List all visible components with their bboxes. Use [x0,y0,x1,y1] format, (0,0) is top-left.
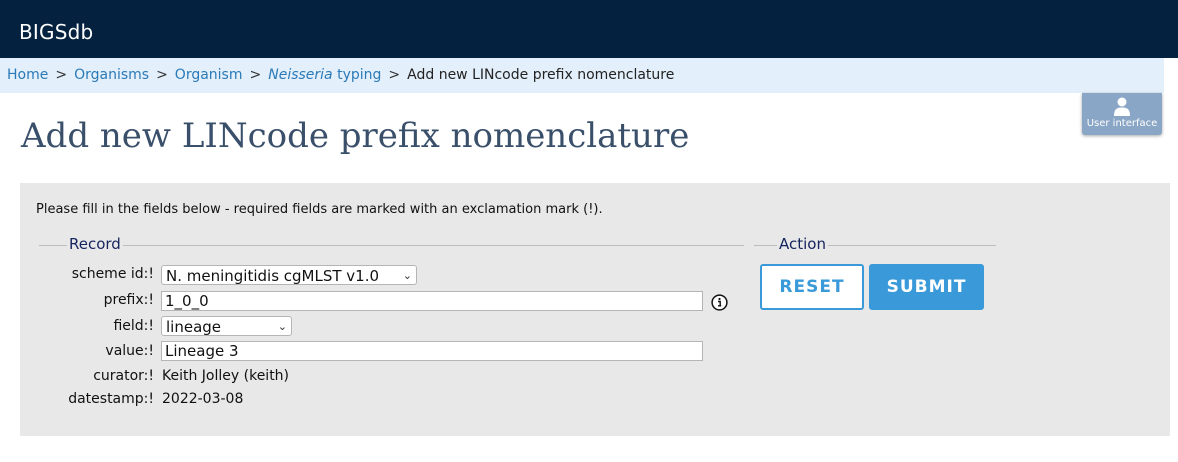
user-interface-label: User interface [1086,118,1158,129]
breadcrumb-separator: > [156,67,168,83]
site-brand[interactable]: BIGSdb [19,20,93,44]
breadcrumb-organism-link[interactable]: Organism [175,67,243,83]
form-panel: Please fill in the fields below - requir… [20,183,1170,436]
field-select[interactable]: lineage ⌄ [161,316,292,336]
chevron-down-icon: ⌄ [277,320,287,333]
breadcrumb-neisseria-label: Neisseria [268,67,333,83]
page-title: Add new LINcode prefix nomenclature [21,116,690,156]
top-header: BIGSdb [0,0,1178,58]
user-icon [1114,97,1130,116]
curator-label: curator:! [93,368,154,384]
datestamp-value: 2022-03-08 [162,391,244,407]
datestamp-label: datestamp:! [68,391,154,407]
breadcrumb-organisms-link[interactable]: Organisms [74,67,149,83]
breadcrumb-separator: > [388,67,401,83]
value-input[interactable]: Lineage 3 [161,341,703,361]
curator-value: Keith Jolley (keith) [162,368,290,384]
breadcrumb-separator: > [55,67,68,83]
breadcrumb-neisseria-typing-link[interactable]: Neisseria typing [268,67,381,83]
action-legend: Action [777,235,828,253]
breadcrumb-typing-label: typing [332,67,382,83]
breadcrumb-separator: > [249,67,262,83]
chevron-down-icon: ⌄ [402,269,412,282]
breadcrumb-current: Add new LINcode prefix nomenclature [407,67,675,83]
form-instructions: Please fill in the fields below - requir… [36,202,603,217]
field-selected: lineage [166,318,222,336]
prefix-input[interactable]: 1_0_0 [161,291,703,311]
breadcrumb-home-link[interactable]: Home [7,67,48,83]
submit-button[interactable]: SUBMIT [869,264,984,310]
info-icon[interactable] [711,294,728,311]
record-legend: Record [67,235,123,253]
prefix-label: prefix:! [103,292,154,308]
breadcrumb: Home > Organisms > Organism > Neisseria typing… [0,58,1164,93]
record-fieldset-border [39,245,744,246]
scheme-id-label: scheme id:! [71,266,154,282]
field-label: field:! [113,318,154,334]
value-label: value:! [105,343,154,359]
scheme-id-select[interactable]: N. meningitidis cgMLST v1.0 ⌄ [161,265,417,285]
reset-button[interactable]: RESET [760,264,864,310]
user-interface-button[interactable]: User interface [1082,93,1162,135]
scheme-id-selected: N. meningitidis cgMLST v1.0 [166,267,380,285]
